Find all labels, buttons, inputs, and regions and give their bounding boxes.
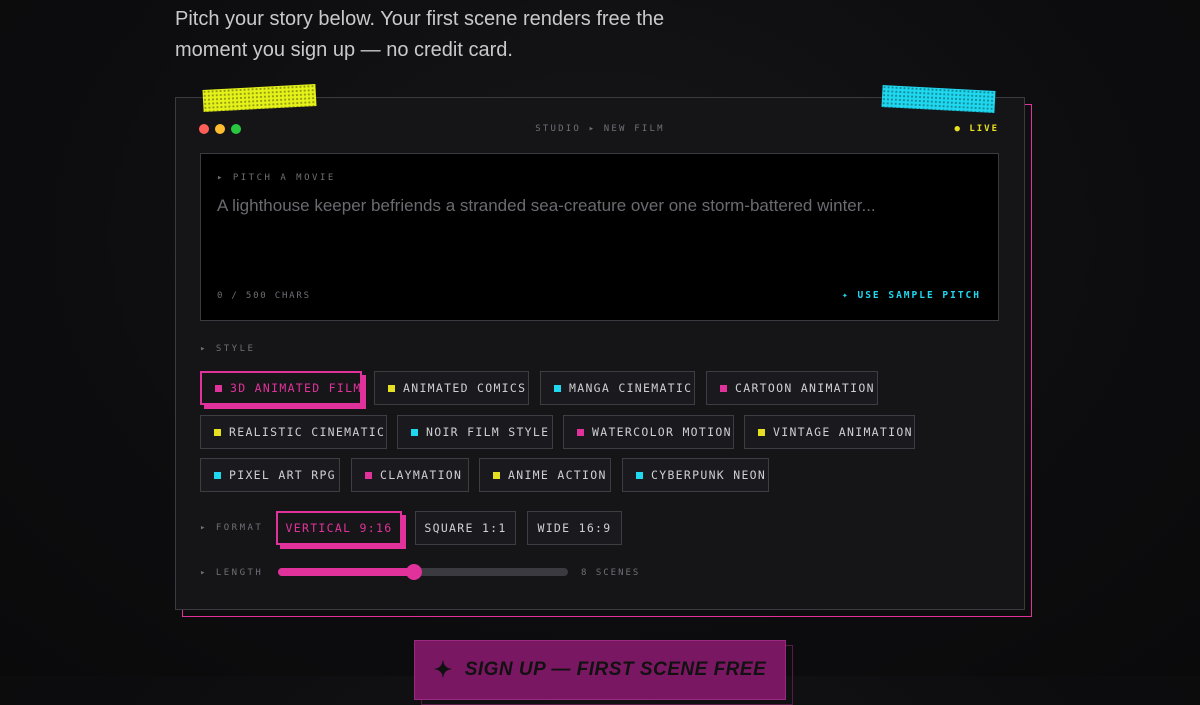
style-chip[interactable]: ANIMATED COMICS [374,371,529,405]
style-chip-label: REALISTIC CINEMATIC [229,425,386,439]
use-sample-pitch-button[interactable]: ✦ USE SAMPLE PITCH [842,290,981,301]
style-chip-label: MANGA CINEMATIC [569,381,693,395]
format-option[interactable]: WIDE 16:9 [527,511,622,545]
style-color-swatch [554,384,561,392]
format-option[interactable]: VERTICAL 9:16 [276,511,402,545]
format-option[interactable]: SQUARE 1:1 [415,511,516,545]
length-slider[interactable] [278,564,568,580]
breadcrumb: STUDIO ▸ NEW FILM [535,124,665,134]
maximize-dot[interactable] [231,124,241,134]
style-chip[interactable]: REALISTIC CINEMATIC [200,415,387,449]
style-chip[interactable]: PIXEL ART RPG [200,458,340,492]
style-color-swatch [365,471,372,479]
style-chip[interactable]: WATERCOLOR MOTION [563,415,734,449]
window-controls [199,124,241,134]
style-chip[interactable]: VINTAGE ANIMATION [744,415,915,449]
style-chip-label: CYBERPUNK NEON [651,468,767,482]
intro-line-2: moment you sign up — no credit card. [175,39,513,61]
format-label: ▸ FORMAT [200,523,264,533]
style-chip[interactable]: ANIME ACTION [479,458,611,492]
char-counter: 0 / 500 CHARS [217,291,311,301]
pitch-label: ▸ PITCH A MOVIE [217,173,336,183]
sparkle-icon: ✦ [433,657,453,682]
style-chip-label: 3D ANIMATED FILM [230,381,362,395]
length-label: ▸ LENGTH [200,568,264,578]
style-color-swatch [720,384,727,392]
style-chip[interactable]: CYBERPUNK NEON [622,458,769,492]
style-label: ▸ STYLE [200,344,256,354]
style-color-swatch [214,471,221,479]
style-color-swatch [214,428,221,436]
scene-count: 8 SCENES [581,568,641,578]
style-chip-label: ANIMATED COMICS [403,381,527,395]
style-color-swatch [215,384,222,392]
style-chip[interactable]: CLAYMATION [351,458,469,492]
style-chip[interactable]: MANGA CINEMATIC [540,371,695,405]
style-chip-label: VINTAGE ANIMATION [773,425,913,439]
sign-up-button[interactable]: ✦ SIGN UP — FIRST SCENE FREE [414,640,786,700]
style-chip-label: ANIME ACTION [508,468,607,482]
intro-line-1: Pitch your story below. Your first scene… [175,8,665,30]
style-color-swatch [577,428,584,436]
style-chip-label: CLAYMATION [380,468,463,482]
style-chip[interactable]: 3D ANIMATED FILM [200,371,362,405]
style-chip[interactable]: CARTOON ANIMATION [706,371,878,405]
length-slider-fill [278,568,415,576]
intro-text: Pitch your story below. Your first scene… [175,4,735,66]
style-color-swatch [758,428,765,436]
style-chip-label: PIXEL ART RPG [229,468,336,482]
live-badge: ● LIVE [954,124,999,134]
style-color-swatch [493,471,500,479]
style-chip[interactable]: NOIR FILM STYLE [397,415,553,449]
sign-up-label: SIGN UP — FIRST SCENE FREE [464,659,767,680]
style-chip-label: CARTOON ANIMATION [735,381,875,395]
style-color-swatch [388,384,395,392]
style-chip-label: WATERCOLOR MOTION [592,425,732,439]
style-chip-label: NOIR FILM STYLE [426,425,550,439]
close-dot[interactable] [199,124,209,134]
style-color-swatch [636,471,643,479]
style-color-swatch [411,428,418,436]
minimize-dot[interactable] [215,124,225,134]
pitch-input[interactable] [217,196,987,276]
